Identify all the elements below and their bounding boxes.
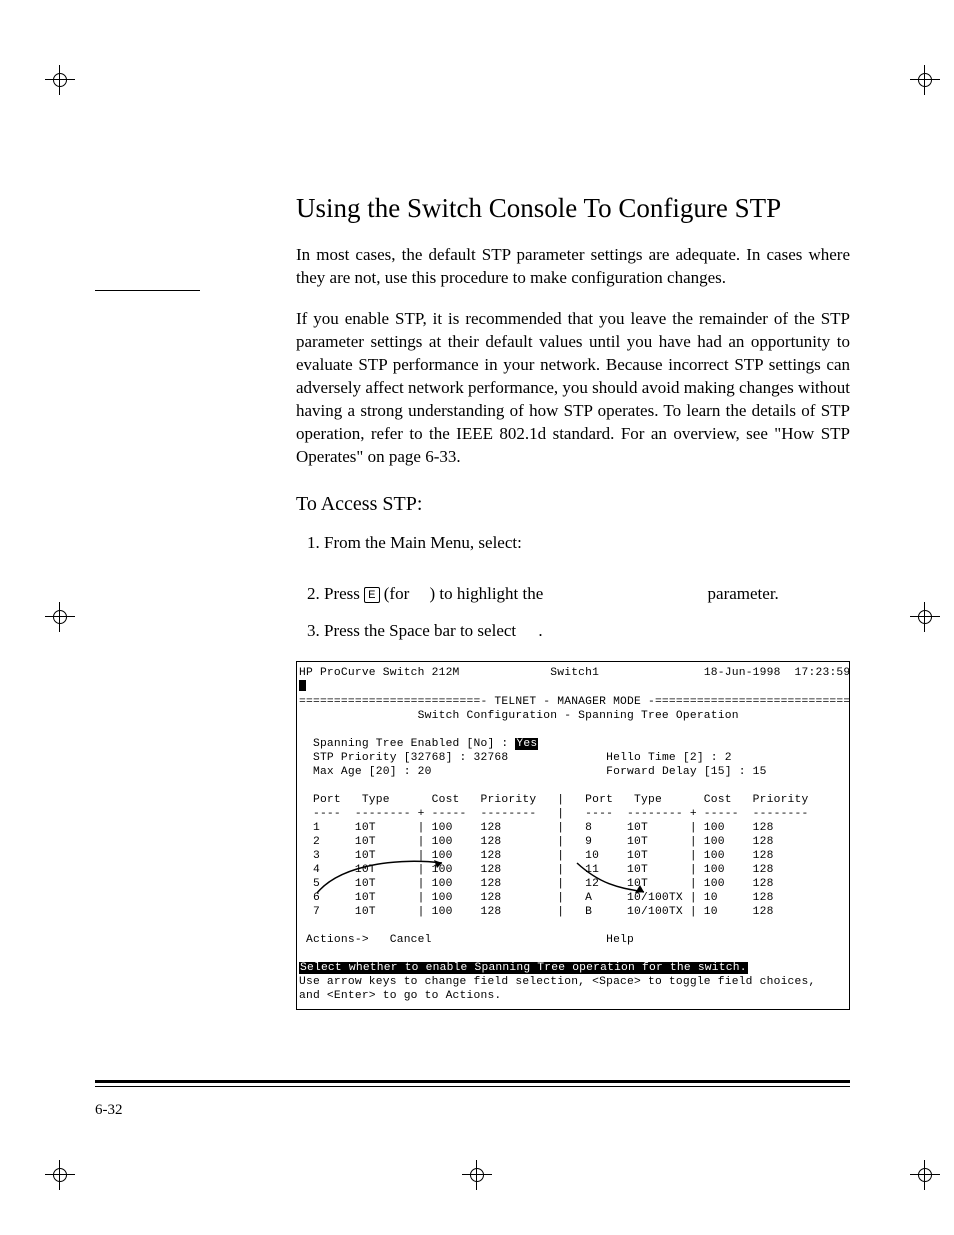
terminal-help-line: and <Enter> to go to Actions. — [299, 989, 847, 1003]
margin-tab-rule — [95, 290, 200, 291]
procedure-step: Press the Space bar to select . — [324, 620, 850, 643]
terminal-table-row: 5 10T | 100 128 | 12 10T | 100 128 — [299, 877, 847, 891]
note-paragraph: If you enable STP, it is recommended tha… — [296, 308, 850, 469]
page-number: 6-32 — [95, 1100, 123, 1120]
terminal-mode-line: ==========================- TELNET - MAN… — [299, 695, 847, 709]
terminal-config-line: STP Priority [32768] : 32768 Hello Time … — [299, 751, 847, 765]
terminal-titlebar: HP ProCurve Switch 212M Switch1 18-Jun-1… — [299, 666, 847, 680]
terminal-table-row: 4 10T | 100 128 | 11 10T | 100 128 — [299, 863, 847, 877]
crop-mark — [45, 65, 75, 95]
crop-mark — [910, 65, 940, 95]
terminal-table-row: 2 10T | 100 128 | 9 10T | 100 128 — [299, 835, 847, 849]
terminal-table-header: Port Type Cost Priority | Port Type Cost… — [299, 793, 847, 807]
terminal-actions-line: Actions-> Cancel Help — [299, 933, 847, 947]
footer-rule — [95, 1080, 850, 1087]
stp-enabled-value: Yes — [515, 738, 538, 750]
page: Using the Switch Console To Configure ST… — [0, 0, 954, 1235]
terminal-config-line: Max Age [20] : 20 Forward Delay [15] : 1… — [299, 765, 847, 779]
terminal-cursor-line — [299, 680, 847, 695]
terminal-help-line: Select whether to enable Spanning Tree o… — [299, 961, 847, 975]
keycap-e: E — [364, 587, 379, 603]
procedure-step: From the Main Menu, select: — [324, 532, 850, 555]
procedure-list: From the Main Menu, select: Press E (for… — [296, 532, 850, 643]
content-column: Using the Switch Console To Configure ST… — [296, 190, 850, 1010]
crop-mark — [45, 1160, 75, 1190]
terminal-screenshot: HP ProCurve Switch 212M Switch1 18-Jun-1… — [296, 661, 850, 1010]
subsection-heading: To Access STP: — [296, 491, 850, 518]
terminal-table-row: 1 10T | 100 128 | 8 10T | 100 128 — [299, 821, 847, 835]
terminal-table-row: 7 10T | 100 128 | B 10/100TX | 10 128 — [299, 905, 847, 919]
intro-paragraph: In most cases, the default STP parameter… — [296, 244, 850, 290]
terminal-table-row: 6 10T | 100 128 | A 10/100TX | 10 128 — [299, 891, 847, 905]
terminal-table-rule: ---- -------- + ----- -------- | ---- --… — [299, 807, 847, 821]
crop-mark — [910, 602, 940, 632]
terminal-table-row: 3 10T | 100 128 | 10 10T | 100 128 — [299, 849, 847, 863]
crop-mark — [910, 1160, 940, 1190]
terminal-config-line: Spanning Tree Enabled [No] : Yes — [299, 737, 847, 751]
procedure-step: Press E (for ) to highlight the paramete… — [324, 583, 850, 606]
terminal-subtitle: Switch Configuration - Spanning Tree Ope… — [299, 709, 847, 723]
terminal-help-line: Use arrow keys to change field selection… — [299, 975, 847, 989]
crop-mark — [45, 602, 75, 632]
section-heading: Using the Switch Console To Configure ST… — [296, 190, 850, 226]
crop-mark — [462, 1160, 492, 1190]
